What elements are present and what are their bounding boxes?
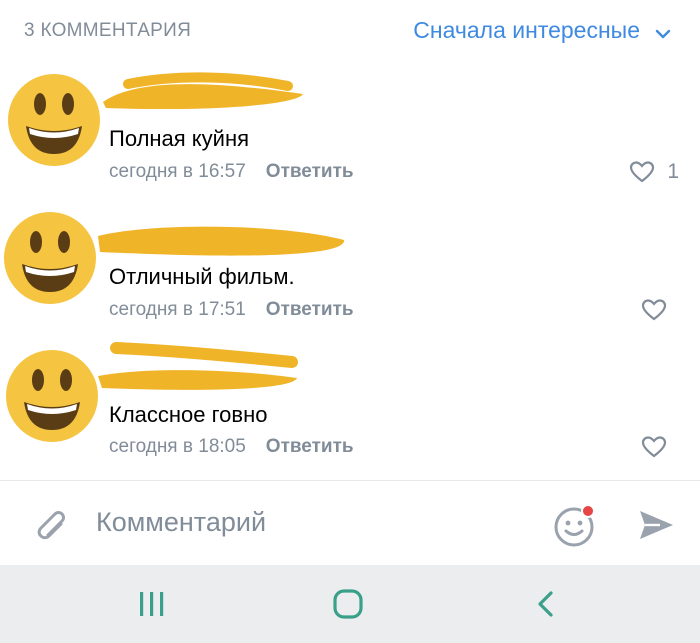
send-icon[interactable] — [636, 505, 676, 545]
comment-meta: сегодня в 16:57 Ответить — [109, 161, 354, 183]
smiley-icon[interactable] — [553, 504, 597, 548]
comment-item: Полная куйня сегодня в 16:57 Ответить 1 — [0, 62, 700, 200]
redacted-author-name — [103, 72, 303, 110]
like-count: 1 — [667, 160, 679, 183]
redacted-author-name — [98, 342, 298, 390]
chevron-down-icon — [654, 22, 672, 40]
avatar[interactable] — [8, 74, 100, 166]
heart-icon — [641, 436, 667, 458]
reply-button[interactable]: Ответить — [266, 299, 354, 320]
comment-count: 3 КОММЕНТАРИЯ — [24, 20, 192, 41]
comment-meta: сегодня в 18:05 Ответить — [109, 436, 354, 458]
home-icon[interactable] — [331, 589, 365, 619]
comment-text: Отличный фильм. — [109, 264, 295, 289]
sort-label: Сначала интересные — [413, 17, 640, 43]
reply-button[interactable]: Ответить — [266, 161, 354, 182]
comment-time: сегодня в 16:57 — [109, 161, 246, 182]
comment-time: сегодня в 18:05 — [109, 436, 246, 457]
paperclip-icon[interactable] — [28, 505, 68, 545]
back-icon[interactable] — [530, 589, 564, 619]
comment-composer: Комментарий — [0, 480, 700, 565]
comment-time: сегодня в 17:51 — [109, 299, 246, 320]
like-button[interactable] — [641, 298, 679, 322]
avatar[interactable] — [4, 212, 96, 304]
comment-meta: сегодня в 17:51 Ответить — [109, 299, 354, 321]
heart-icon — [630, 161, 655, 183]
like-button[interactable] — [641, 435, 679, 459]
heart-icon — [641, 299, 667, 321]
redacted-author-name — [98, 226, 345, 256]
comment-item: Классное говно сегодня в 18:05 Ответить — [0, 338, 700, 476]
comments-header: 3 КОММЕНТАРИЯ Сначала интересные — [0, 0, 700, 62]
comment-text: Классное говно — [109, 402, 268, 427]
reply-button[interactable]: Ответить — [266, 436, 354, 457]
comment-item: Отличный фильм. сегодня в 17:51 Ответить — [0, 200, 700, 338]
comment-text: Полная куйня — [109, 126, 250, 151]
like-button[interactable]: 1 — [629, 160, 679, 184]
recent-apps-icon[interactable] — [136, 589, 170, 619]
system-navigation-bar — [0, 565, 700, 643]
avatar[interactable] — [6, 350, 98, 442]
comment-input[interactable]: Комментарий — [96, 507, 266, 538]
sort-dropdown[interactable]: Сначала интересные — [413, 17, 672, 44]
